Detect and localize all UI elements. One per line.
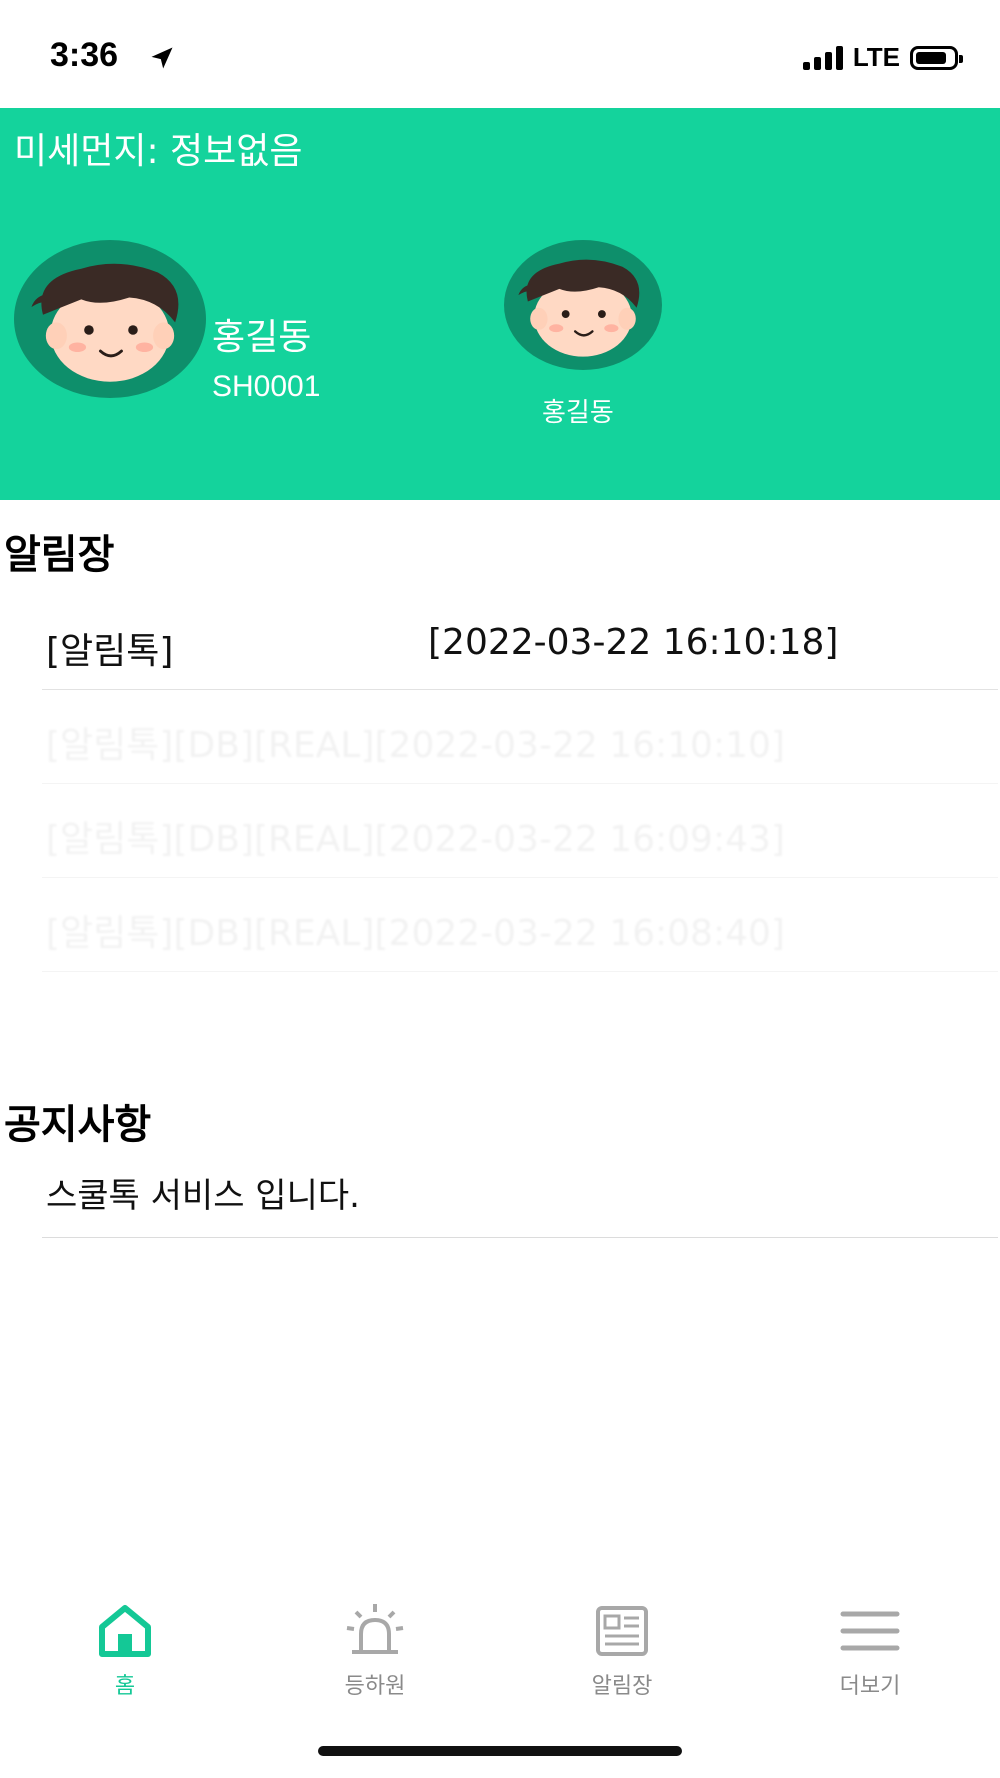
bottom-tab-bar: 홈 등하원 알림장 더보기	[0, 1600, 1000, 1710]
tab-label: 더보기	[839, 1674, 901, 1699]
child-avatar-2[interactable]	[504, 240, 662, 370]
notice-item[interactable]: 스쿨톡 서비스 입니다.	[42, 1148, 998, 1238]
tab-label: 홈	[114, 1674, 136, 1699]
tab-home[interactable]: 홈	[25, 1600, 225, 1710]
signal-icon	[802, 45, 843, 70]
notification-time: [2022-03-22 16:10:18]	[428, 622, 839, 663]
tab-notice-board[interactable]: 알림장	[522, 1600, 722, 1710]
notification-item[interactable]: [알림톡][DB][REAL][2022-03-22 16:08:40]	[42, 878, 998, 972]
tab-label: 알림장	[591, 1674, 653, 1699]
status-time: 3:36	[50, 36, 119, 74]
menu-icon	[840, 1611, 900, 1651]
battery-icon	[910, 45, 963, 70]
siren-icon	[346, 1604, 404, 1654]
boy-face-icon	[518, 259, 640, 357]
home-icon	[99, 1605, 151, 1657]
child-avatar-1[interactable]	[14, 240, 206, 398]
status-bar: 3:36 LTE	[0, 0, 1000, 108]
tab-more[interactable]: 더보기	[770, 1600, 970, 1710]
boy-face-icon	[31, 263, 179, 382]
notification-text: [알림톡][DB][REAL][2022-03-22 16:10:10]	[46, 725, 785, 766]
notices-title: 공지사항	[4, 1102, 152, 1148]
notifications-title: 알림장	[4, 532, 115, 578]
tab-attendance[interactable]: 등하원	[275, 1600, 475, 1710]
notification-label: [알림톡]	[46, 631, 174, 672]
notification-text: [알림톡][DB][REAL][2022-03-22 16:08:40]	[46, 913, 785, 954]
fine-dust-status: 미세먼지: 정보없음	[14, 131, 303, 172]
notification-item[interactable]: [알림톡] [2022-03-22 16:10:18]	[42, 596, 998, 690]
child-id-1: SH0001	[212, 370, 321, 403]
network-type: LTE	[852, 42, 900, 72]
home-indicator[interactable]	[318, 1746, 682, 1756]
child-name-2[interactable]: 홍길동	[542, 392, 614, 429]
notification-item[interactable]: [알림톡][DB][REAL][2022-03-22 16:09:43]	[42, 784, 998, 878]
child-name-1[interactable]: 홍길동	[212, 308, 311, 360]
newspaper-icon	[596, 1606, 648, 1656]
notice-text: 스쿨톡 서비스 입니다.	[46, 1176, 360, 1216]
notification-item[interactable]: [알림톡][DB][REAL][2022-03-22 16:10:10]	[42, 690, 998, 784]
location-arrow-icon	[151, 47, 173, 69]
notification-text: [알림톡][DB][REAL][2022-03-22 16:09:43]	[46, 819, 785, 860]
tab-label: 등하원	[344, 1674, 406, 1699]
child-header: 미세먼지: 정보없음 홍길동 SH0001 홍길동	[0, 108, 1000, 500]
status-indicators: LTE	[802, 42, 963, 73]
